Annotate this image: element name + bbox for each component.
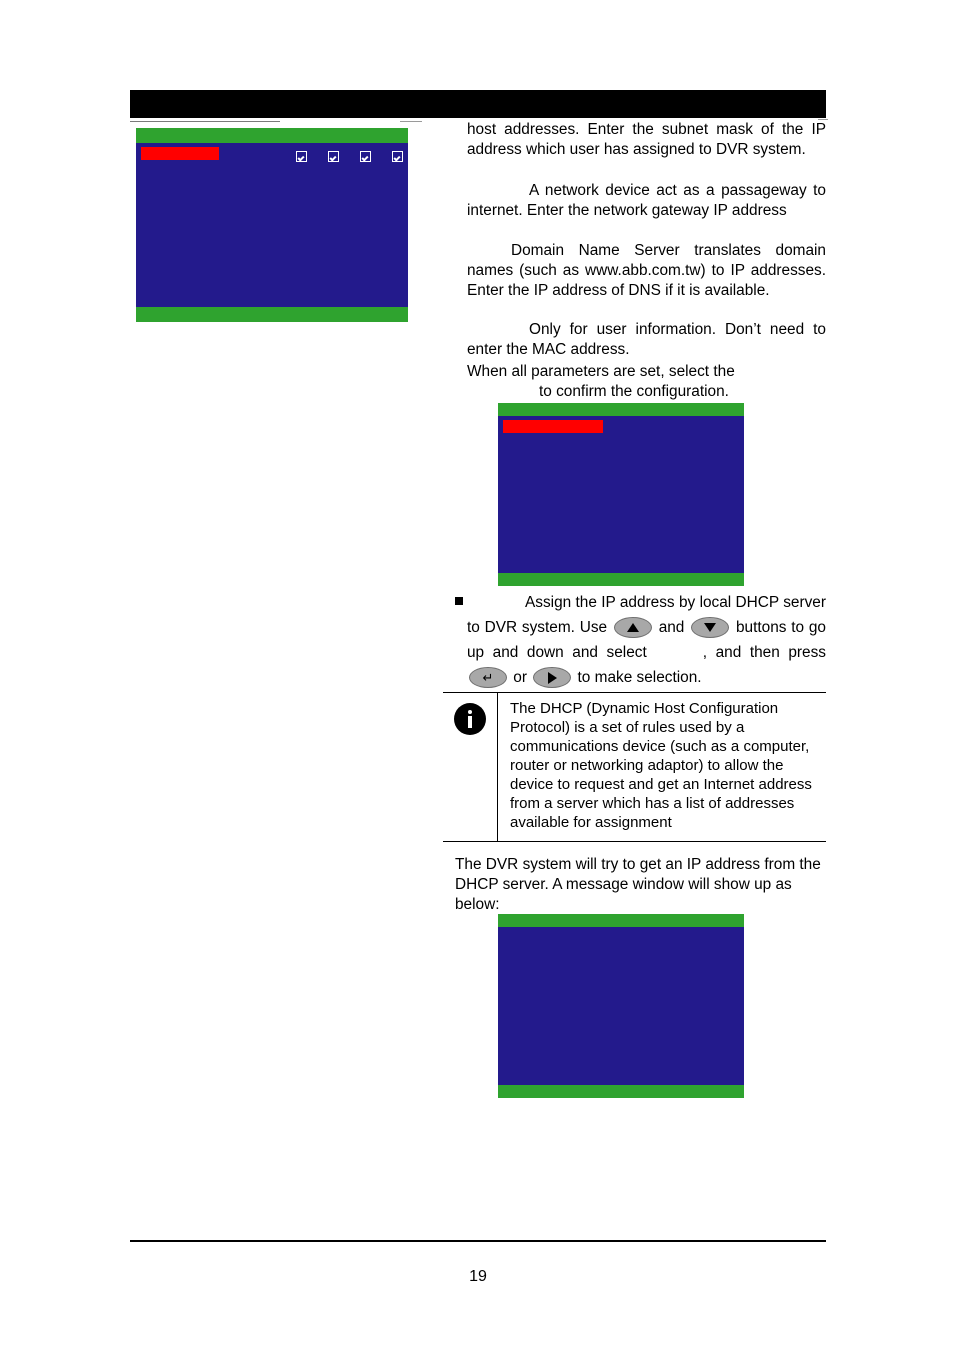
manual-page: host addresses. Enter the subnet mask of… — [0, 0, 954, 1350]
footer-rule — [130, 1240, 826, 1242]
paragraph-dhcp-result-text: The DVR system will try to get an IP add… — [455, 856, 821, 913]
osd-status-bar — [498, 1085, 744, 1098]
osd-checkbox-1[interactable] — [296, 151, 307, 162]
page-header-band — [130, 90, 826, 118]
network-setup-screenshot — [136, 128, 408, 322]
osd-title-bar — [136, 128, 408, 143]
up-arrow-glyph — [615, 618, 651, 637]
info-note-box: The DHCP (Dynamic Host Configuration Pro… — [443, 692, 826, 842]
paragraph-gateway: A network device act as a passageway to … — [467, 181, 826, 221]
down-arrow-key-icon[interactable] — [691, 617, 730, 638]
network-apply-screenshot — [498, 403, 744, 586]
paragraph-dns-text: Domain Name Server translates domain nam… — [467, 242, 826, 299]
osd-selected-row-highlight — [141, 147, 219, 160]
down-arrow-glyph — [692, 618, 728, 637]
paragraph-dhcp-result: The DVR system will try to get an IP add… — [455, 855, 826, 915]
paragraph-dns: Domain Name Server translates domain nam… — [467, 241, 826, 301]
osd-title-bar — [498, 914, 744, 927]
info-note-icon-cell — [443, 693, 498, 841]
paragraph-confirm-wrap: When all parameters are set, select the … — [467, 362, 826, 402]
confirm-line-1: When all parameters are set, select the — [467, 363, 735, 380]
paragraph-mac-address: Only for user information. Don’t need to… — [467, 320, 826, 360]
info-icon — [454, 703, 486, 735]
paragraph-subnet-mask-text: host addresses. Enter the subnet mask of… — [467, 121, 826, 158]
right-arrow-glyph — [534, 668, 570, 687]
header-rule-left — [130, 121, 280, 122]
osd-checkbox-3[interactable] — [360, 151, 371, 162]
up-arrow-key-icon[interactable] — [613, 617, 652, 638]
dhcp-bullet-tail: to make selection. — [577, 669, 702, 686]
dhcp-bullet-then-press: then press — [749, 644, 826, 661]
right-arrow-key-icon[interactable] — [533, 667, 572, 688]
osd-status-bar — [498, 573, 744, 586]
osd-selected-row-highlight — [503, 420, 603, 433]
paragraph-dns-wrap: Domain Name Server translates domain nam… — [467, 241, 826, 301]
paragraph-mac-wrap: Only for user information. Don’t need to… — [467, 320, 826, 360]
dhcp-bullet-after-select: , and — [702, 644, 742, 661]
enter-glyph: ↵ — [482, 670, 494, 685]
header-rule-middle — [400, 121, 422, 122]
paragraph-mac-text: Only for user information. Don’t need to… — [467, 321, 826, 358]
dhcp-bullet-and: and — [658, 619, 685, 636]
dhcp-message-screenshot — [498, 914, 744, 1098]
osd-checkbox-2[interactable] — [328, 151, 339, 162]
paragraph-subnet-mask: host addresses. Enter the subnet mask of… — [467, 120, 826, 160]
paragraph-confirm: When all parameters are set, select the … — [467, 362, 826, 402]
page-number: 19 — [469, 1268, 487, 1285]
enter-key-icon[interactable]: ↵ — [469, 667, 507, 688]
paragraph-gateway-wrap: A network device act as a passageway to … — [467, 181, 826, 221]
dhcp-bullet-text: Assign the IP address by local DHCP serv… — [467, 590, 826, 690]
info-note-text: The DHCP (Dynamic Host Configuration Pro… — [510, 700, 812, 831]
paragraph-gateway-text: A network device act as a passageway to … — [467, 182, 826, 219]
dhcp-bullet-or: or — [513, 669, 527, 686]
osd-title-bar — [498, 403, 744, 416]
bullet-square-icon — [455, 597, 463, 605]
osd-checkbox-4[interactable] — [392, 151, 403, 162]
osd-status-bar — [136, 307, 408, 322]
confirm-line-2: to confirm the configuration. — [539, 383, 729, 400]
